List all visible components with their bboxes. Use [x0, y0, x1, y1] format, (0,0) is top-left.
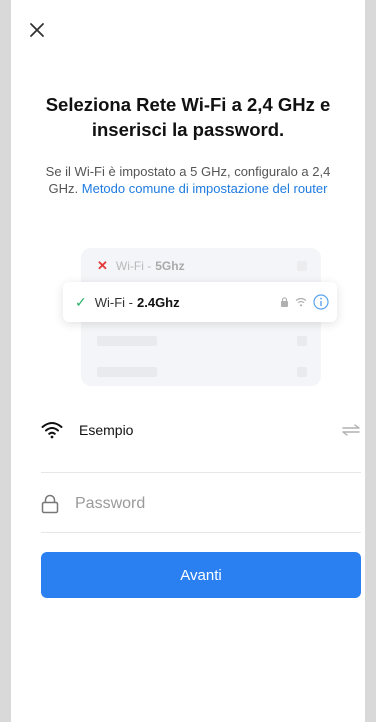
placeholder-square: [297, 261, 307, 271]
lock-icon: [281, 297, 288, 307]
network-5g-label: Wi-Fi -: [115, 259, 152, 273]
wifi-network-field[interactable]: Esempio: [41, 410, 361, 450]
password-input[interactable]: [73, 494, 337, 514]
network-24g-band: 2.4Ghz: [137, 294, 180, 310]
network-24g-card: ✓ Wi-Fi - 2.4Ghz: [63, 282, 337, 322]
divider: [41, 532, 361, 533]
network-status-icons: [280, 294, 329, 310]
page-title: Seleziona Rete Wi-Fi a 2,4 GHz e inseris…: [45, 94, 331, 140]
subtitle: Se il Wi-Fi è impostato a 5 GHz, configu…: [35, 163, 341, 197]
network-5g-row: ✕ Wi-Fi - 5Ghz: [97, 256, 307, 276]
swap-icon: [342, 424, 360, 436]
wifi-icon: [41, 422, 63, 439]
wifi-signal-icon: [295, 297, 307, 307]
check-icon: ✓: [75, 293, 87, 310]
lock-icon: [41, 494, 59, 514]
cross-icon: ✕: [97, 258, 108, 273]
close-button[interactable]: [25, 18, 49, 42]
network-5g-band: 5Ghz: [155, 259, 185, 273]
placeholder-square: [297, 367, 307, 377]
placeholder-bar: [97, 336, 157, 346]
switch-network-button[interactable]: [341, 420, 361, 445]
wifi-setup-screen: Seleziona Rete Wi-Fi a 2,4 GHz e inseris…: [11, 0, 365, 722]
router-setup-link[interactable]: Metodo comune di impostazione del router: [82, 181, 328, 196]
wifi-ssid-value: Esempio: [79, 422, 134, 438]
password-row: [41, 484, 361, 524]
close-icon: [30, 23, 44, 37]
info-icon: [313, 294, 329, 310]
placeholder-bar: [97, 367, 157, 377]
network-24g-label: Wi-Fi -: [94, 294, 133, 310]
divider: [41, 472, 361, 473]
placeholder-square: [297, 336, 307, 346]
next-button[interactable]: Avanti: [41, 552, 361, 598]
